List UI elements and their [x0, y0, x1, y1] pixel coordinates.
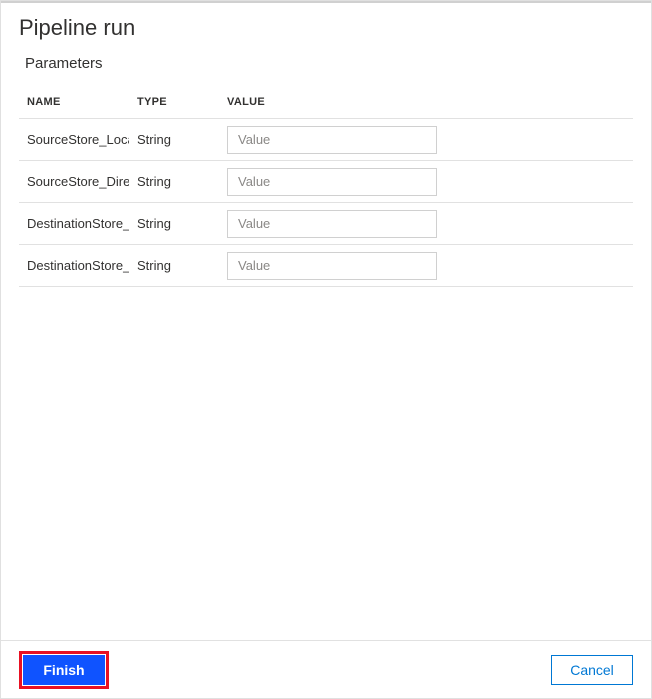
param-value-input[interactable]: [227, 252, 437, 280]
cancel-button[interactable]: Cancel: [551, 655, 633, 685]
pipeline-run-panel: Pipeline run Parameters NAME TYPE VALUE …: [1, 1, 651, 698]
param-name: SourceStore_Location: [19, 119, 129, 161]
header-value: VALUE: [219, 86, 633, 119]
param-name: DestinationStore_Location: [19, 203, 129, 245]
param-value-cell: [219, 119, 633, 161]
param-name: SourceStore_Directory: [19, 161, 129, 203]
table-header-row: NAME TYPE VALUE: [19, 86, 633, 119]
param-value-cell: [219, 245, 633, 287]
param-value-input[interactable]: [227, 210, 437, 238]
param-name: DestinationStore_Directory: [19, 245, 129, 287]
header-name: NAME: [19, 86, 129, 119]
panel-content: Pipeline run Parameters NAME TYPE VALUE …: [1, 3, 651, 640]
param-type: String: [129, 203, 219, 245]
panel-title: Pipeline run: [19, 15, 633, 41]
finish-button-highlight: Finish: [19, 651, 109, 689]
table-row: DestinationStore_Location String: [19, 203, 633, 245]
table-row: SourceStore_Location String: [19, 119, 633, 161]
param-value-input[interactable]: [227, 126, 437, 154]
param-value-cell: [219, 203, 633, 245]
param-type: String: [129, 161, 219, 203]
param-value-input[interactable]: [227, 168, 437, 196]
parameters-section-title: Parameters: [25, 55, 633, 72]
panel-footer: Finish Cancel: [1, 640, 651, 698]
param-type: String: [129, 245, 219, 287]
table-row: SourceStore_Directory String: [19, 161, 633, 203]
param-value-cell: [219, 161, 633, 203]
finish-button[interactable]: Finish: [23, 655, 105, 685]
table-row: DestinationStore_Directory String: [19, 245, 633, 287]
parameters-table: NAME TYPE VALUE SourceStore_Location Str…: [19, 86, 633, 287]
header-type: TYPE: [129, 86, 219, 119]
param-type: String: [129, 119, 219, 161]
